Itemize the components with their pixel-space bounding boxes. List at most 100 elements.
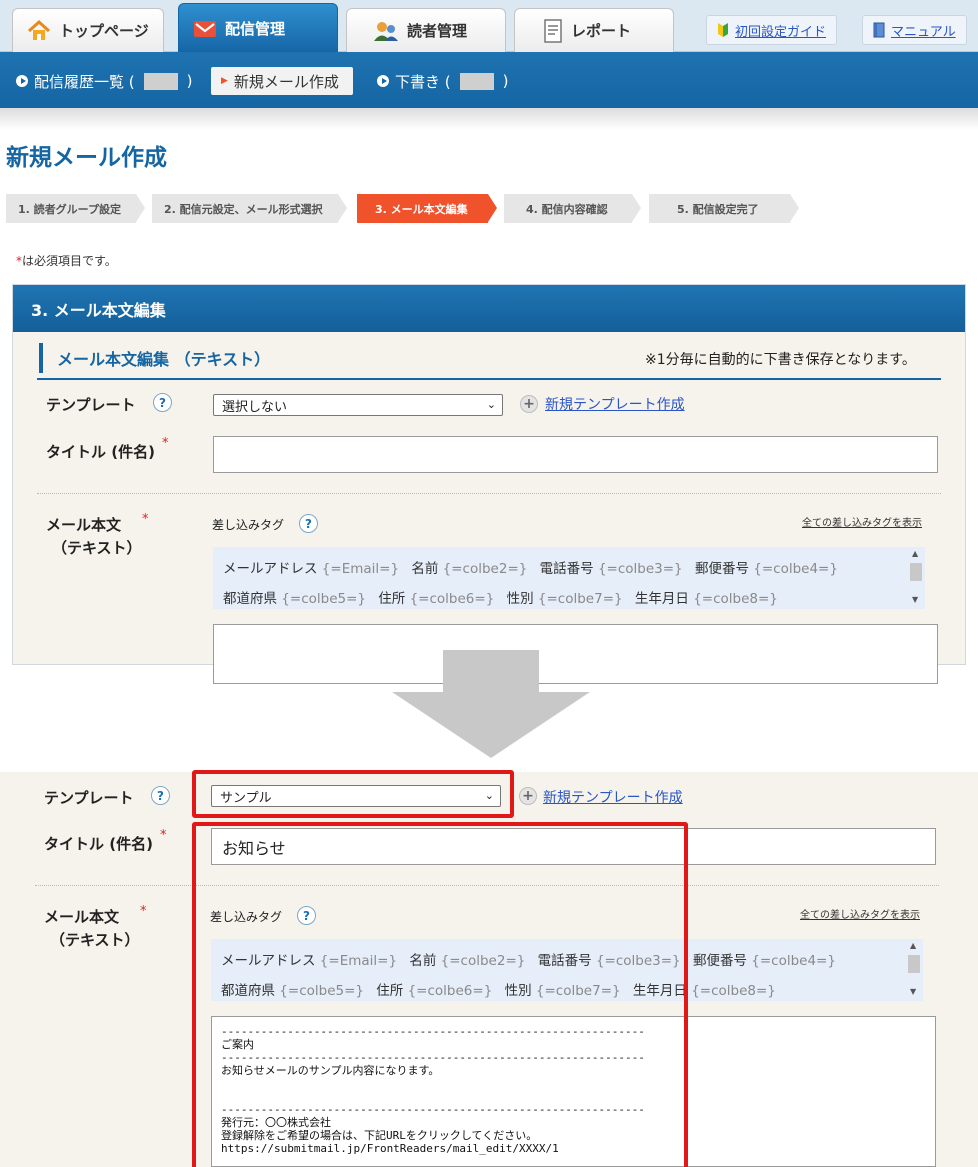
- scroll-up-icon[interactable]: ▲: [910, 941, 916, 950]
- tag-name[interactable]: 名前: [411, 561, 438, 577]
- row-divider: [37, 493, 941, 494]
- readers-icon: [374, 21, 398, 41]
- subnav-drafts[interactable]: 下書き (): [377, 67, 508, 95]
- tag-value[interactable]: {=Email=}: [322, 561, 399, 577]
- required-note-text: は必須項目です。: [22, 254, 117, 268]
- redacted-count: [459, 72, 494, 90]
- manual-button[interactable]: マニュアル: [862, 15, 967, 45]
- step-4: 4. 配信内容確認: [504, 194, 641, 223]
- tab-label: 読者管理: [407, 22, 468, 40]
- scroll-up-icon[interactable]: ▲: [912, 549, 918, 558]
- subnav-label: 新規メール作成: [233, 72, 339, 91]
- help-icon[interactable]: ?: [299, 514, 318, 533]
- tags-row: メールアドレス {=Email=} 名前 {=colbe2=} 電話番号 {=c…: [223, 557, 846, 577]
- sub-nav-bar: 配信履歴一覧 () ▶ 新規メール作成 下書き (): [0, 52, 978, 108]
- highlight-title-body: [192, 822, 688, 1167]
- tab-label: 配信管理: [225, 20, 286, 38]
- tab-reader-management[interactable]: 読者管理: [346, 8, 506, 52]
- subnav-label: 配信履歴一覧 (: [34, 72, 135, 91]
- tag-value[interactable]: {=colbe3=}: [598, 561, 683, 577]
- tab-top-page[interactable]: トップページ: [12, 8, 164, 52]
- subnav-label-suffix: ): [502, 72, 509, 90]
- tag-name[interactable]: 郵便番号: [693, 953, 747, 969]
- required-star: *: [160, 828, 167, 843]
- tag-value[interactable]: {=colbe6=}: [410, 591, 495, 607]
- tag-name[interactable]: 生年月日: [635, 591, 689, 607]
- autosave-note: ※1分毎に自動的に下書き保存となります。: [645, 352, 916, 368]
- title-label: タイトル (件名): [44, 835, 153, 853]
- body-label: メール本文: [46, 516, 122, 534]
- tag-value[interactable]: {=colbe8=}: [693, 591, 778, 607]
- tag-value[interactable]: {=colbe4=}: [753, 561, 838, 577]
- tag-value[interactable]: {=colbe8=}: [691, 983, 776, 999]
- title-label: タイトル (件名): [46, 443, 155, 461]
- tag-name[interactable]: 電話番号: [540, 561, 594, 577]
- required-star: *: [162, 436, 169, 451]
- section-title: メール本文編集 （テキスト）: [39, 343, 270, 373]
- down-arrow-icon: [392, 650, 590, 758]
- template-label: テンプレート: [44, 789, 134, 807]
- tag-name[interactable]: 都道府県: [223, 591, 277, 607]
- tag-name[interactable]: 性別: [507, 591, 534, 607]
- tag-name[interactable]: メールアドレス: [223, 561, 318, 577]
- new-template-link[interactable]: 新規テンプレート作成: [545, 394, 685, 414]
- help-icon[interactable]: ?: [151, 786, 170, 805]
- plus-icon[interactable]: +: [520, 395, 538, 413]
- mail-body-panel-before: 3. メール本文編集 メール本文編集 （テキスト） ※1分毎に自動的に下書き保存…: [12, 284, 966, 684]
- tag-value[interactable]: {=colbe5=}: [281, 591, 366, 607]
- template-select[interactable]: 選択しない ⌄: [213, 394, 503, 416]
- tag-value[interactable]: {=colbe2=}: [443, 561, 528, 577]
- tab-report[interactable]: レポート: [514, 8, 674, 52]
- book-icon: [873, 22, 885, 38]
- bullet-play-icon: [16, 75, 28, 87]
- tab-label: レポート: [571, 22, 632, 40]
- beginner-mark-icon: [718, 23, 728, 37]
- tag-value[interactable]: {=colbe4=}: [751, 953, 836, 969]
- page-title: 新規メール作成: [6, 145, 167, 171]
- scroll-down-icon[interactable]: ▼: [912, 595, 918, 604]
- tags-scrollbar[interactable]: ▲ ▼: [909, 549, 923, 607]
- subnav-label: 下書き (: [395, 72, 451, 91]
- tag-name[interactable]: 郵便番号: [695, 561, 749, 577]
- body-label-sub: （テキスト）: [52, 539, 142, 557]
- show-all-tags-link[interactable]: 全ての差し込みタグを表示: [802, 514, 922, 529]
- tags-scrollbar[interactable]: ▲ ▼: [907, 941, 921, 999]
- setup-guide-label: 初回設定ガイド: [735, 24, 827, 40]
- insert-tags-label: 差し込みタグ: [212, 518, 285, 532]
- nav-shadow: [0, 108, 978, 130]
- subnav-new-mail[interactable]: ▶ 新規メール作成: [211, 67, 353, 95]
- tag-name[interactable]: 住所: [378, 591, 405, 607]
- report-icon: [544, 18, 562, 43]
- subnav-delivery-history[interactable]: 配信履歴一覧 (): [16, 67, 192, 95]
- insert-tags-box: メールアドレス {=Email=} 名前 {=colbe2=} 電話番号 {=c…: [213, 547, 925, 609]
- home-icon: [27, 19, 51, 40]
- body-label: メール本文: [44, 908, 120, 926]
- top-nav-bar: トップページ 配信管理 読者管理 レポート 初回設定ガイド マニュアル: [0, 0, 978, 53]
- step-1: 1. 読者グループ設定: [6, 194, 145, 223]
- scroll-thumb[interactable]: [908, 955, 920, 973]
- required-star: *: [140, 904, 147, 919]
- setup-guide-button[interactable]: 初回設定ガイド: [706, 15, 838, 45]
- section-divider: [37, 378, 941, 380]
- mail-icon: [194, 20, 216, 37]
- panel-header: 3. メール本文編集: [13, 285, 965, 332]
- scroll-thumb[interactable]: [910, 563, 922, 581]
- tags-row: 都道府県 {=colbe5=} 住所 {=colbe6=} 性別 {=colbe…: [223, 587, 786, 607]
- title-input[interactable]: [213, 436, 938, 473]
- template-select-value: 選択しない: [222, 399, 288, 415]
- required-star: *: [142, 512, 149, 527]
- plus-icon[interactable]: +: [519, 787, 537, 805]
- tab-delivery-management[interactable]: 配信管理: [178, 3, 338, 53]
- step-3-current: 3. メール本文編集: [357, 194, 497, 223]
- step-2: 2. 配信元設定、メール形式選択: [152, 194, 347, 223]
- tag-value[interactable]: {=colbe7=}: [538, 591, 623, 607]
- new-template-link[interactable]: 新規テンプレート作成: [543, 787, 683, 807]
- body-label-sub: （テキスト）: [50, 931, 140, 949]
- help-icon[interactable]: ?: [153, 393, 172, 412]
- step-5: 5. 配信設定完了: [649, 194, 799, 223]
- chevron-down-icon: ⌄: [486, 398, 496, 411]
- subnav-label-suffix: ): [186, 72, 193, 90]
- required-note: *は必須項目です。: [16, 252, 117, 269]
- scroll-down-icon[interactable]: ▼: [910, 987, 916, 996]
- show-all-tags-link[interactable]: 全ての差し込みタグを表示: [800, 906, 920, 921]
